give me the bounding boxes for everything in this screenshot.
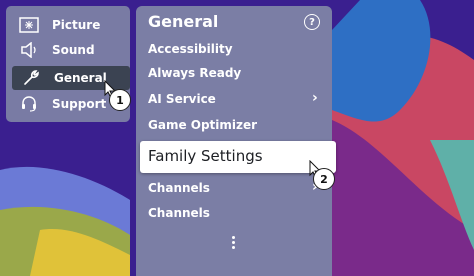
- wrench-icon: [20, 69, 42, 87]
- menu-item-picture[interactable]: Picture: [10, 13, 126, 37]
- menu-item-label: Picture: [52, 18, 101, 32]
- headset-icon: [18, 95, 40, 113]
- chevron-right-icon: ›: [312, 90, 318, 106]
- menu-item-channels[interactable]: Channels: [148, 181, 210, 195]
- picture-icon: [18, 16, 40, 34]
- menu-item-channels-2[interactable]: Channels: [148, 206, 210, 220]
- menu-item-sound[interactable]: Sound: [10, 38, 126, 62]
- menu-item-family-settings[interactable]: Family Settings: [140, 141, 336, 173]
- menu-item-accessibility[interactable]: Accessibility: [148, 42, 233, 56]
- menu-item-label: Family Settings: [148, 147, 263, 165]
- speaker-icon: [18, 41, 40, 59]
- menu-item-label: Support: [52, 97, 107, 111]
- menu-item-game-optimizer[interactable]: Game Optimizer: [148, 118, 257, 132]
- help-icon[interactable]: ?: [304, 14, 320, 30]
- step-2-badge: 2: [313, 168, 335, 190]
- step-1-badge: 1: [109, 89, 131, 111]
- menu-item-label: Sound: [52, 43, 95, 57]
- general-settings-panel: General ? Accessibility Always Ready AI …: [136, 6, 336, 276]
- menu-item-ai-service[interactable]: AI Service: [148, 92, 216, 106]
- menu-item-always-ready[interactable]: Always Ready: [148, 66, 241, 80]
- menu-item-label: General: [54, 71, 107, 85]
- more-options-icon[interactable]: [230, 236, 236, 249]
- panel-title: General: [148, 12, 219, 31]
